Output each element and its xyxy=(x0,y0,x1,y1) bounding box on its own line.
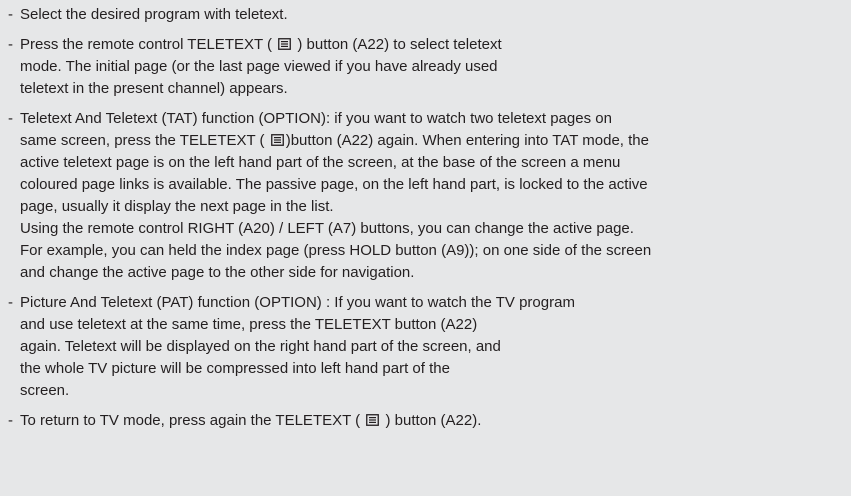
text-line: teletext in the present channel) appears… xyxy=(20,78,851,100)
instruction-item-2: - Press the remote control TELETEXT ( ) … xyxy=(8,34,851,100)
bullet: - xyxy=(8,6,13,23)
text-segment: )button (A22) again. When entering into … xyxy=(285,132,649,149)
text-line: screen. xyxy=(20,380,851,402)
text-line: and change the active page to the other … xyxy=(20,262,851,284)
text-line: Teletext And Teletext (TAT) function (OP… xyxy=(20,108,851,130)
text-line: the whole TV picture will be compressed … xyxy=(20,358,851,380)
text-line: active teletext page is on the left hand… xyxy=(20,152,851,174)
bullet: - xyxy=(8,412,13,429)
bullet: - xyxy=(8,294,13,311)
text-line: For example, you can held the index page… xyxy=(20,240,851,262)
instruction-page: - Select the desired program with telete… xyxy=(0,0,851,496)
text-segment: the whole TV picture will be compressed … xyxy=(20,360,450,377)
text-line: mode. The initial page (or the last page… xyxy=(20,56,851,78)
teletext-icon xyxy=(366,414,380,426)
text-segment: Using the remote control RIGHT (A20) / L… xyxy=(20,220,634,237)
text-segment: ) button (A22) to select teletext xyxy=(297,36,502,53)
text-line: and use teletext at the same time, press… xyxy=(20,314,851,336)
text-line: Picture And Teletext (PAT) function (OPT… xyxy=(20,292,851,314)
instruction-item-5: - To return to TV mode, press again the … xyxy=(8,410,851,432)
instruction-item-1: - Select the desired program with telete… xyxy=(8,4,851,26)
text-segment: For example, you can held the index page… xyxy=(20,242,652,259)
text-segment: coloured page links is available. The pa… xyxy=(20,176,648,193)
text-segment: page, usually it display the next page i… xyxy=(20,198,334,215)
teletext-icon xyxy=(278,38,292,50)
text-segment: again. Teletext will be displayed on the… xyxy=(20,338,501,355)
text-segment: same screen, press the TELETEXT ( xyxy=(20,132,265,149)
text-segment: mode. The initial page (or the last page… xyxy=(20,58,498,75)
bullet: - xyxy=(8,110,13,127)
text-segment: Picture And Teletext (PAT) function (OPT… xyxy=(20,294,575,311)
text-line: To return to TV mode, press again the TE… xyxy=(20,410,851,432)
text-segment: screen. xyxy=(20,382,70,399)
text-segment: Select the desired program with teletext… xyxy=(20,6,288,23)
instruction-item-4: - Picture And Teletext (PAT) function (O… xyxy=(8,292,851,402)
text-line: coloured page links is available. The pa… xyxy=(20,174,851,196)
text-line: Select the desired program with teletext… xyxy=(20,4,851,26)
text-segment: Teletext And Teletext (TAT) function (OP… xyxy=(20,110,612,127)
text-line: Using the remote control RIGHT (A20) / L… xyxy=(20,218,851,240)
text-segment: To return to TV mode, press again the TE… xyxy=(20,412,361,429)
text-segment: and change the active page to the other … xyxy=(20,264,415,281)
text-segment: teletext in the present channel) appears… xyxy=(20,80,288,97)
text-line: same screen, press the TELETEXT ( )butto… xyxy=(20,130,851,152)
text-segment: active teletext page is on the left hand… xyxy=(20,154,621,171)
text-segment: Press the remote control TELETEXT ( xyxy=(20,36,273,53)
text-line: again. Teletext will be displayed on the… xyxy=(20,336,851,358)
instruction-item-3: - Teletext And Teletext (TAT) function (… xyxy=(8,108,851,284)
text-line: page, usually it display the next page i… xyxy=(20,196,851,218)
text-segment: and use teletext at the same time, press… xyxy=(20,316,478,333)
text-segment: ) button (A22). xyxy=(385,412,482,429)
teletext-icon xyxy=(270,134,284,146)
text-line: Press the remote control TELETEXT ( ) bu… xyxy=(20,34,851,56)
bullet: - xyxy=(8,36,13,53)
